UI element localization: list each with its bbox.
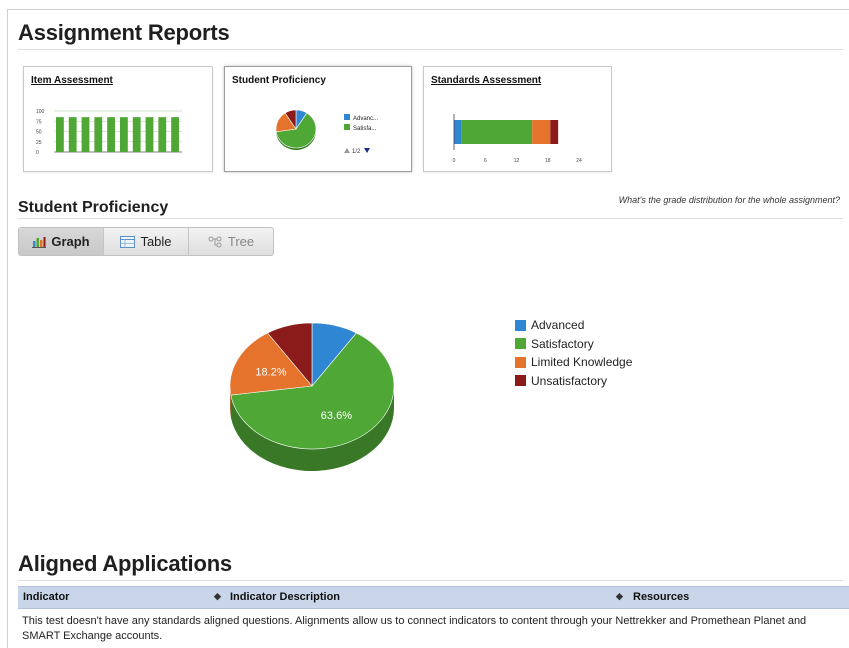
item-assessment-bar xyxy=(120,117,128,152)
item-assessment-bar xyxy=(133,117,141,152)
student-proficiency-card[interactable]: Student Proficiency Advanc... Satisfa...… xyxy=(224,66,412,172)
column-resources[interactable]: Resources xyxy=(633,591,689,603)
item-assessment-bar xyxy=(171,117,179,152)
item-assessment-thumbnail: 100 75 50 25 0 xyxy=(24,67,212,171)
standards-assessment-x-tick: 0 xyxy=(453,158,456,164)
item-assessment-bar xyxy=(56,117,64,152)
column-indicator[interactable]: Indicator xyxy=(23,591,69,603)
standards-assessment-x-tick: 6 xyxy=(484,158,487,164)
tab-table[interactable]: Table xyxy=(104,228,189,255)
tree-icon xyxy=(208,236,223,248)
item-assessment-y-tick: 75 xyxy=(36,119,42,125)
mini-legend-advanced: Advanc... xyxy=(353,116,378,122)
pager-prev-icon[interactable] xyxy=(344,148,350,153)
legend-item-unsatisfactory: Unsatisfactory xyxy=(515,372,632,391)
pager-next-icon[interactable] xyxy=(364,148,370,153)
table-icon xyxy=(120,236,135,248)
tab-graph-label: Graph xyxy=(51,234,89,249)
legend-label-limited-knowledge: Limited Knowledge xyxy=(531,355,632,369)
legend-label-unsatisfactory: Unsatisfactory xyxy=(531,374,607,388)
item-assessment-y-tick: 100 xyxy=(36,109,45,115)
item-assessment-bar xyxy=(158,117,166,152)
standards-assessment-bar-segment xyxy=(462,120,532,144)
item-assessment-bar xyxy=(146,117,154,152)
proficiency-question: What's the grade distribution for the wh… xyxy=(619,195,840,205)
item-assessment-y-tick: 0 xyxy=(36,150,39,156)
item-assessment-bar xyxy=(82,117,90,152)
student-proficiency-title: Student Proficiency xyxy=(18,199,168,217)
tab-table-label: Table xyxy=(140,234,171,249)
aligned-divider xyxy=(18,580,843,581)
mini-legend-satisfactory: Satisfa... xyxy=(353,126,377,132)
mini-legend-swatch-advanced xyxy=(344,114,350,120)
legend-swatch-unsatisfactory xyxy=(515,375,526,386)
item-assessment-bar xyxy=(107,117,115,152)
proficiency-divider xyxy=(18,218,843,219)
legend-swatch-satisfactory xyxy=(515,338,526,349)
aligned-applications-title: Aligned Applications xyxy=(18,551,232,577)
sort-description-icon[interactable]: ◆ xyxy=(616,591,623,602)
standards-assessment-card[interactable]: Standards Assessment 06121824 xyxy=(423,66,612,172)
standards-assessment-x-tick: 24 xyxy=(576,158,582,164)
proficiency-legend: Advanced Satisfactory Limited Knowledge … xyxy=(515,316,632,390)
legend-swatch-limited-knowledge xyxy=(515,357,526,368)
tab-graph[interactable]: Graph xyxy=(19,228,104,255)
column-indicator-description[interactable]: Indicator Description xyxy=(230,591,340,603)
mini-legend-swatch-satisfactory xyxy=(344,124,350,130)
standards-assessment-x-tick: 18 xyxy=(545,158,551,164)
standards-assessment-bar-segment xyxy=(532,120,550,144)
view-tabs: Graph Table Tree xyxy=(18,227,274,256)
student-proficiency-thumbnail: Advanc... Satisfa... 1/2 xyxy=(225,67,411,171)
standards-assessment-x-tick: 12 xyxy=(514,158,520,164)
pager-label: 1/2 xyxy=(352,149,361,155)
tab-tree-label: Tree xyxy=(228,234,254,249)
legend-label-satisfactory: Satisfactory xyxy=(531,337,594,351)
legend-item-satisfactory: Satisfactory xyxy=(515,335,632,354)
header-divider xyxy=(18,49,843,50)
item-assessment-bar xyxy=(94,117,102,152)
legend-swatch-advanced xyxy=(515,320,526,331)
item-assessment-y-tick: 50 xyxy=(36,130,42,136)
legend-item-limited-knowledge: Limited Knowledge xyxy=(515,353,632,372)
item-assessment-card[interactable]: Item Assessment 1007550250 xyxy=(23,66,213,172)
item-assessment-bar xyxy=(69,117,77,152)
item-assessment-y-tick: 25 xyxy=(36,140,42,146)
aligned-empty-message: This test doesn't have any standards ali… xyxy=(22,614,832,644)
legend-item-advanced: Advanced xyxy=(515,316,632,335)
tab-tree[interactable]: Tree xyxy=(189,228,273,255)
sort-indicator-icon[interactable]: ◆ xyxy=(214,591,221,602)
aligned-table-header: Indicator ◆ Indicator Description ◆ Reso… xyxy=(18,586,849,609)
standards-assessment-bar-segment xyxy=(550,120,558,144)
assignment-reports-title: Assignment Reports xyxy=(18,20,230,46)
standards-assessment-thumbnail: 0 6 12 18 24 xyxy=(424,67,611,171)
graph-icon xyxy=(32,236,46,248)
standards-assessment-bar-segment xyxy=(454,120,462,144)
legend-label-advanced: Advanced xyxy=(531,318,584,332)
